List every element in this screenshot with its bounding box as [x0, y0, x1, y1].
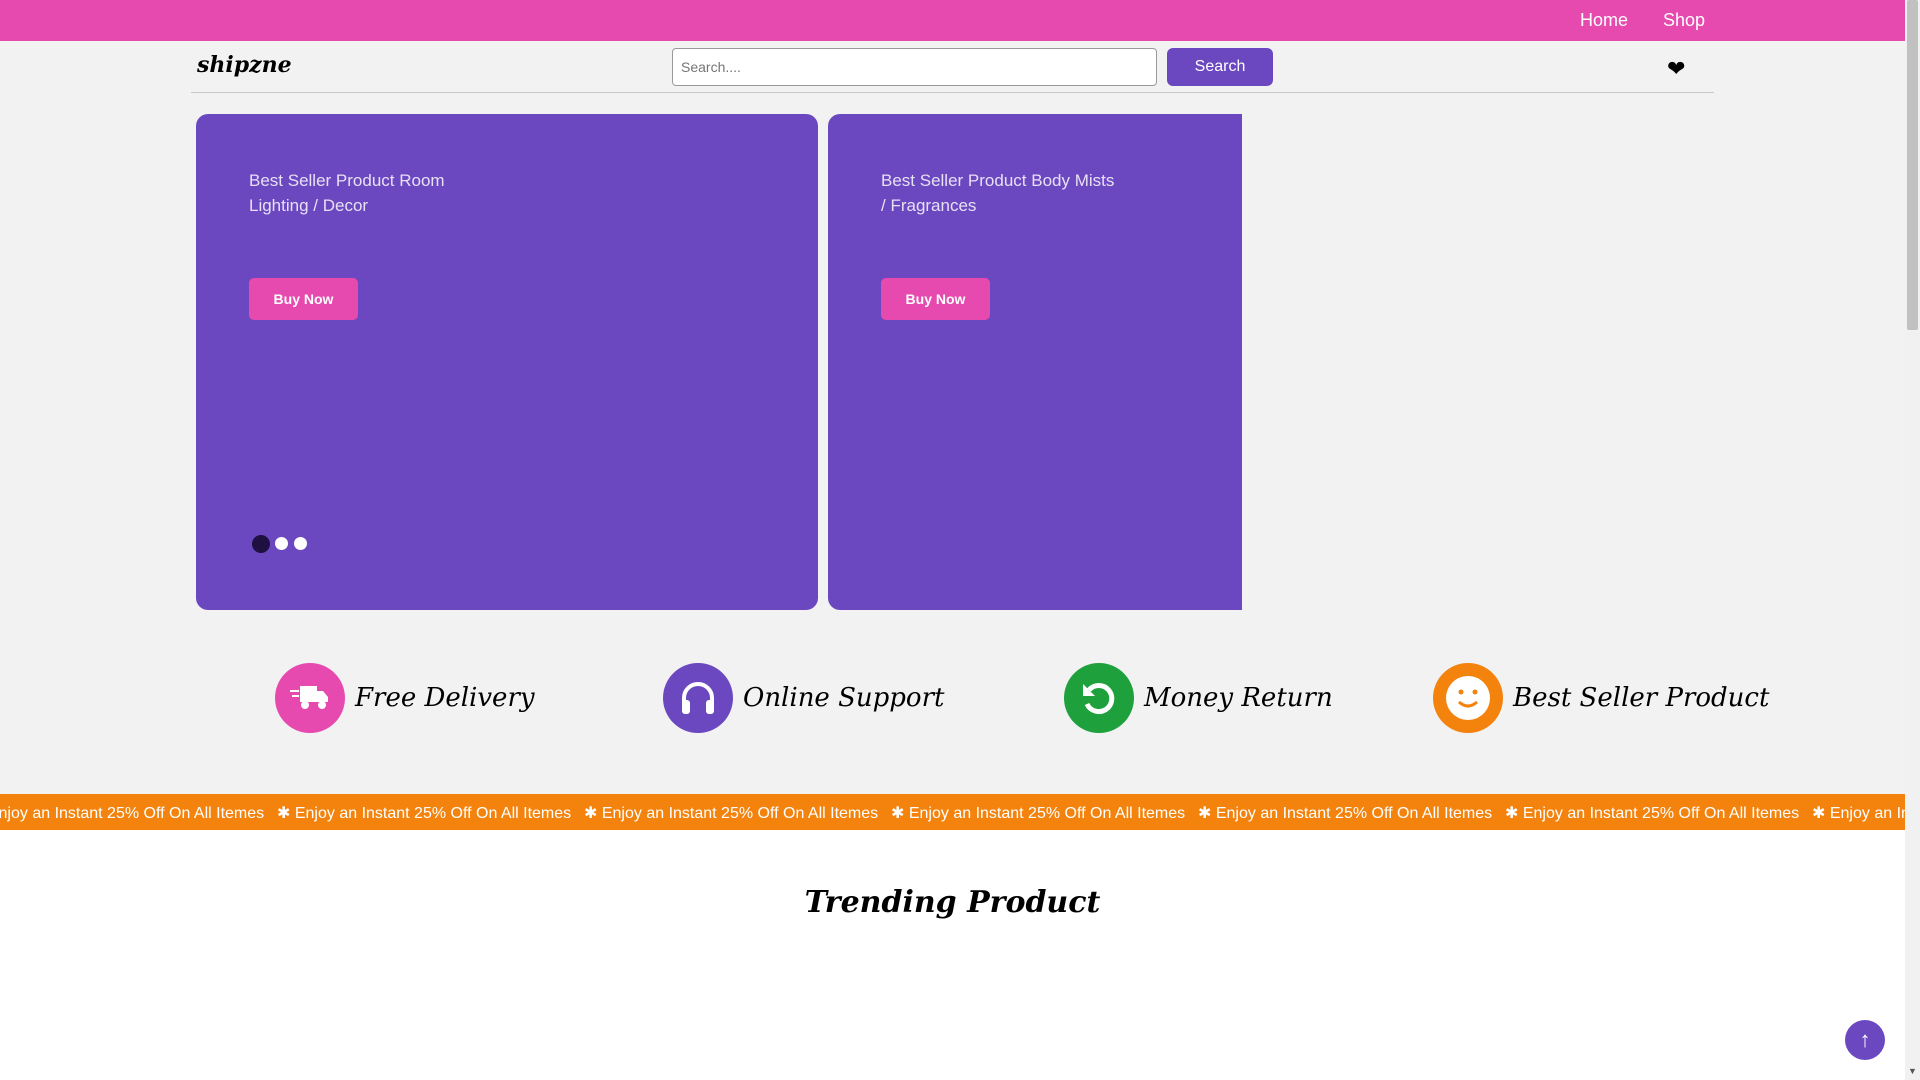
header-divider [191, 92, 1714, 93]
feature-label: Money Return [1144, 683, 1333, 713]
smile-icon [1433, 663, 1503, 733]
feature-free-delivery: Free Delivery [275, 663, 535, 733]
carousel-dot-active[interactable] [252, 535, 270, 553]
top-nav-bar: Home Shop [0, 0, 1905, 41]
marquee-item: ✱ Enjoy an Instant 25% Off On All Itemes [1812, 805, 1905, 822]
feature-money-return: Money Return [1064, 663, 1333, 733]
truck-icon [275, 663, 345, 733]
trending-heading: Trending Product [804, 885, 1101, 920]
buy-now-button[interactable]: Buy Now [881, 278, 990, 320]
slide-title: Best Seller Product Room Lighting / Deco… [249, 171, 445, 215]
promo-marquee: ✱ Enjoy an Instant 25% Off On All Itemes… [0, 794, 1905, 830]
marquee-item: ✱ Enjoy an Instant 25% Off On All Itemes [277, 805, 572, 822]
feature-label: Online Support [743, 683, 945, 713]
feature-online-support: Online Support [663, 663, 944, 733]
feature-label: Free Delivery [355, 683, 535, 713]
headphones-icon [663, 663, 733, 733]
feature-best-seller: Best Seller Product [1433, 663, 1769, 733]
marquee-item: ✱ Enjoy an Instant 25% Off On All Itemes [0, 805, 265, 822]
carousel-dot[interactable] [275, 537, 288, 550]
marquee-item: ✱ Enjoy an Instant 25% Off On All Itemes [584, 805, 879, 822]
undo-icon [1064, 663, 1134, 733]
scrollbar-thumb[interactable] [1907, 0, 1918, 330]
logo[interactable]: shipzne [197, 52, 292, 78]
feature-label: Best Seller Product [1513, 683, 1770, 713]
carousel-slide: Best Seller Product Body Mists / Fragran… [828, 114, 1242, 610]
slide-title: Best Seller Product Body Mists / Fragran… [881, 171, 1115, 215]
carousel-slide: Best Seller Product Room Lighting / Deco… [196, 114, 818, 610]
arrow-up-icon: ↑ [1859, 1027, 1871, 1052]
scroll-down-arrow-icon[interactable]: ▼ [1908, 1066, 1917, 1076]
buy-now-button[interactable]: Buy Now [249, 278, 358, 320]
marquee-item: ✱ Enjoy an Instant 25% Off On All Itemes [1198, 805, 1493, 822]
back-to-top-button[interactable]: ↑ [1845, 1020, 1885, 1060]
nav-shop-link[interactable]: Shop [1663, 10, 1705, 31]
carousel-dot[interactable] [294, 537, 307, 550]
marquee-item: ✱ Enjoy an Instant 25% Off On All Itemes [891, 805, 1186, 822]
wishlist-heart-icon[interactable]: ❤ [1667, 56, 1685, 82]
search-button[interactable]: Search [1167, 48, 1273, 86]
nav-home-link[interactable]: Home [1580, 10, 1628, 31]
search-input[interactable] [672, 48, 1157, 86]
marquee-item: ✱ Enjoy an Instant 25% Off On All Itemes [1505, 805, 1800, 822]
